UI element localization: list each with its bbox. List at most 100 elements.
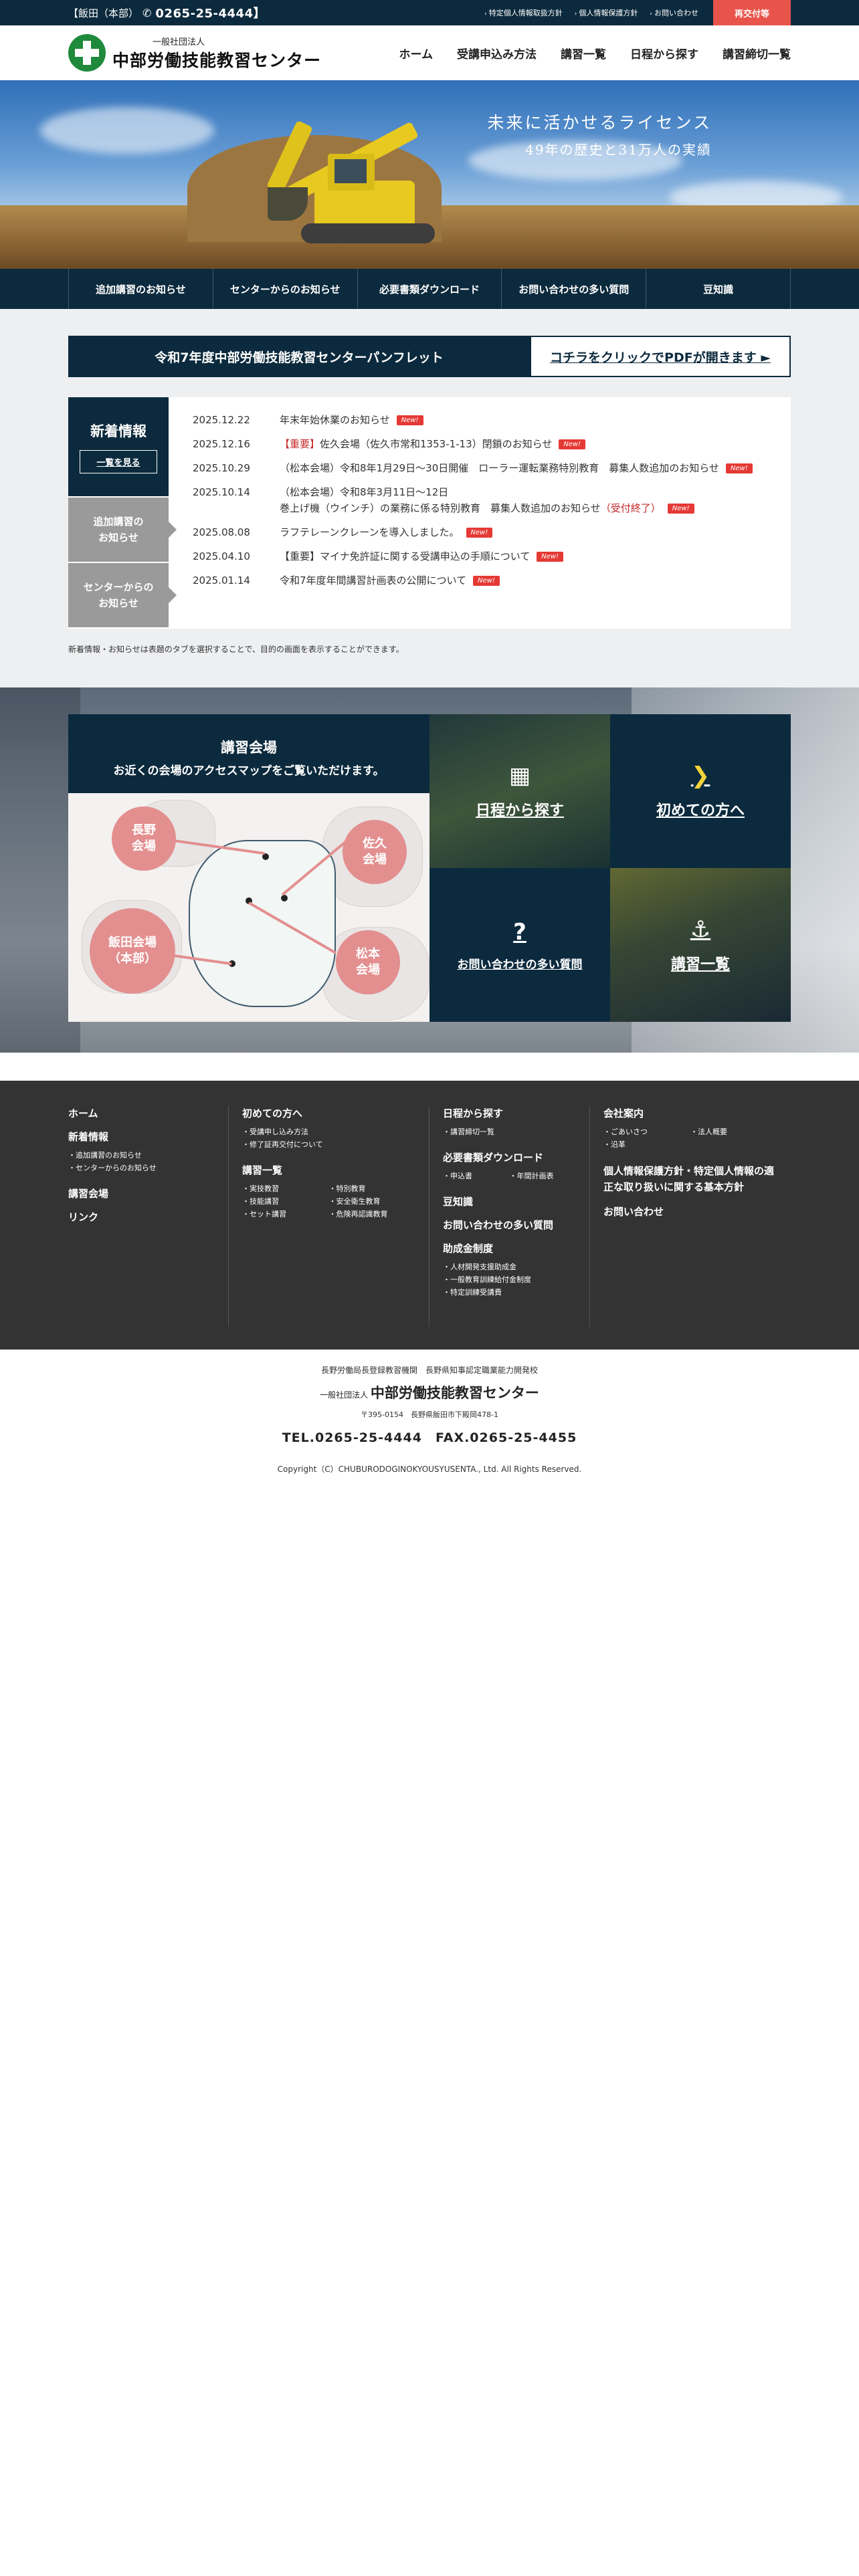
tile-label: 日程から探す [475,802,564,819]
news-item[interactable]: 2025.04.10 【重要】マイナ免許証に関する受講申込の手順について New! [193,548,791,564]
footer-link[interactable]: セット講習 [242,1208,329,1220]
subnav-additional[interactable]: 追加講習のお知らせ [68,269,213,309]
subnav-downloads[interactable]: 必要書類ダウンロード [357,269,502,309]
news-date: 2025.08.08 [193,526,250,538]
excavator-cab [328,154,375,191]
footer-link[interactable]: 技能講習 [242,1195,329,1208]
logo-text: 一般社団法人 中部労働技能教習センター [112,35,321,72]
footer-link[interactable]: 申込書 [443,1170,510,1182]
footer-org-name: 中部労働技能教習センター [370,1385,539,1401]
pin-matsumoto[interactable]: 松本 会場 [336,930,400,994]
footer-link[interactable]: 年間計画表 [510,1170,577,1182]
footer-link[interactable]: ごあいさつ [603,1125,690,1138]
news-item[interactable]: 2025.10.29 （松本会場）令和8年1月29日〜30日開催 ローラー運転業… [193,460,791,476]
news-item[interactable]: 2025.01.14 令和7年度年間講習計画表の公開について New! [193,572,791,588]
nav-application[interactable]: 受講申込み方法 [457,45,537,62]
news-more-button[interactable]: 一覧を見る [80,449,157,473]
pin-iida[interactable]: 飯田会場 （本部） [90,908,175,994]
subnav-center-news[interactable]: センターからのお知らせ [212,269,357,309]
footer-bottom: 長野労働局長登録教習機関 長野県知事認定職業能力開発校 一般社団法人 中部労働技… [0,1350,859,1483]
news-title-line-2: 巻上げ機（ウインチ）の業務に係る特別教育 募集人数追加のお知らせ [280,502,601,514]
tab-news[interactable]: 新着情報 一覧を見る [68,397,169,496]
nav-course-list[interactable]: 講習一覧 [561,45,606,62]
news-item[interactable]: 2025.10.14 （松本会場）令和8年3月11日〜12日 巻上げ機（ウインチ）… [193,484,791,516]
news-title: ラフテレーンクレーンを導入しました。 [280,526,460,538]
footer-tel: TEL.0265-25-4444 FAX.0265-25-4455 [282,1430,577,1445]
nav-deadline-list[interactable]: 講習締切一覧 [723,45,791,62]
footer-news[interactable]: 新着情報 [68,1130,215,1144]
footer-course-list[interactable]: 講習一覧 [242,1163,415,1177]
header-phone[interactable]: 【飯田（本部） ✆ 0265-25-4444】 [68,4,266,21]
footer-link[interactable]: 追加講習のお知らせ [68,1149,215,1162]
news-panel: 新着情報 一覧を見る 追加講習の お知らせ センターからの お知らせ 2025.… [68,397,791,629]
copyright: Copyright（C）CHUBURODOGINOKYOUSYUSENTA., … [277,1465,582,1474]
tile-first-time[interactable]: ❯ 初めての方へ [610,714,791,868]
news-note: 新着情報・お知らせは表題のタブを選択することで、目的の画面を表示することができま… [68,645,404,654]
hero-banner: 未来に活かせるライセンス 49年の歴史と31万人の実績 [0,80,859,269]
tile-label: お問い合わせの多い質問 [457,958,583,972]
footer-trivia[interactable]: 豆知識 [443,1194,576,1208]
footer-link[interactable]: センターからのお知らせ [68,1162,215,1174]
footer-company-list: ごあいさつ 法人概要 沿革 [603,1125,777,1151]
news-title: 年末年始休業のお知らせ [280,414,390,426]
top-link-specific-privacy[interactable]: › 特定個人情報取扱方針 [484,7,563,18]
arrow-icon: › [484,11,487,17]
footer-link-page[interactable]: リンク [68,1210,215,1224]
news-item[interactable]: 2025.08.08 ラフテレーンクレーンを導入しました。 New! [193,524,791,540]
footer-faq[interactable]: お問い合わせの多い質問 [443,1218,576,1232]
news-date: 2025.01.14 [193,574,250,586]
venue-subtitle: お近くの会場のアクセスマップをご覧いただけます。 [113,764,385,778]
footer-subsidy[interactable]: 助成金制度 [443,1241,576,1255]
footer-link[interactable]: 特定訓練受講費 [443,1286,576,1299]
footer-first[interactable]: 初めての方へ [242,1106,415,1120]
footer-venue[interactable]: 講習会場 [68,1186,215,1200]
tab-additional[interactable]: 追加講習の お知らせ [68,496,177,562]
footer-privacy[interactable]: 個人情報保護方針・特定個人情報の適正な取り扱いに関する基本方針 [603,1163,777,1195]
top-link-label: 個人情報保護方針 [579,9,638,17]
site-logo[interactable]: 一般社団法人 中部労働技能教習センター [68,34,321,72]
reissue-button[interactable]: 再交付等 [713,0,791,25]
footer-home[interactable]: ホーム [68,1106,215,1120]
news-title: 【重要】マイナ免許証に関する受講申込の手順について [280,550,531,562]
news-date: 2025.12.22 [193,414,250,426]
tab-center[interactable]: センターからの お知らせ [68,562,177,627]
footer-link[interactable]: 一般教育訓練給付金制度 [443,1273,576,1286]
footer-first-list: 受講申し込み方法 修了証再交付について [242,1125,415,1151]
footer-link[interactable]: 実技教習 [242,1182,329,1195]
footer-company[interactable]: 会社案内 [603,1106,777,1120]
top-link-contact[interactable]: › お問い合わせ [650,7,698,18]
arrow-icon: › [574,11,577,17]
footer-link[interactable]: 法人概要 [690,1125,777,1138]
footer-org: 一般社団法人 中部労働技能教習センター [0,1382,859,1402]
subnav-faq[interactable]: お問い合わせの多い質問 [501,269,646,309]
footer-link[interactable]: 沿革 [603,1138,690,1151]
top-link-privacy[interactable]: › 個人情報保護方針 [575,7,638,18]
footer-contact[interactable]: お問い合わせ [603,1204,777,1218]
footer-link[interactable]: 特別教育 [329,1182,416,1195]
news-title: （松本会場）令和8年3月11日〜12日 [280,486,449,498]
subnav-trivia[interactable]: 豆知識 [646,269,791,309]
pin-label: 長野 [132,823,156,837]
news-item[interactable]: 2025.12.16 【重要】佐久会場（佐久市常和1353-1-13）閉鎖のお知… [193,436,791,452]
footer-downloads[interactable]: 必要書類ダウンロード [443,1150,576,1164]
footer-link[interactable]: 講習締切一覧 [443,1125,576,1138]
nav-home[interactable]: ホーム [399,45,434,62]
nav-schedule[interactable]: 日程から探す [630,45,698,62]
tile-course-list[interactable]: ⚓ 講習一覧 [610,868,791,1022]
hero-copy: 未来に活かせるライセンス 49年の歴史と31万人の実績 [487,110,712,158]
footer-link[interactable]: 危険再認識教育 [329,1208,416,1220]
pamphlet-title: 令和7年度中部労働技能教習センターパンフレット [68,336,530,377]
pin-nagano[interactable]: 長野 会場 [112,807,176,871]
beginner-mark-icon: ❯ [690,762,710,789]
tile-faq[interactable]: ? お問い合わせの多い質問 [430,868,610,1022]
pamphlet-pdf-link[interactable]: コチラをクリックでPDFが開きます ► [530,336,791,377]
pin-saku[interactable]: 佐久 会場 [343,820,407,884]
footer-link[interactable]: 修了証再交付について [242,1138,415,1151]
site-header: 一般社団法人 中部労働技能教習センター ホーム 受講申込み方法 講習一覧 日程か… [0,25,859,80]
footer-schedule[interactable]: 日程から探す [443,1106,576,1120]
tile-schedule[interactable]: ▦ 日程から探す [430,714,610,868]
footer-link[interactable]: 受講申し込み方法 [242,1125,415,1138]
news-item[interactable]: 2025.12.22 年末年始休業のお知らせ New! [193,412,791,428]
footer-link[interactable]: 安全衛生教育 [329,1195,416,1208]
footer-link[interactable]: 人材開発支援助成金 [443,1261,576,1273]
